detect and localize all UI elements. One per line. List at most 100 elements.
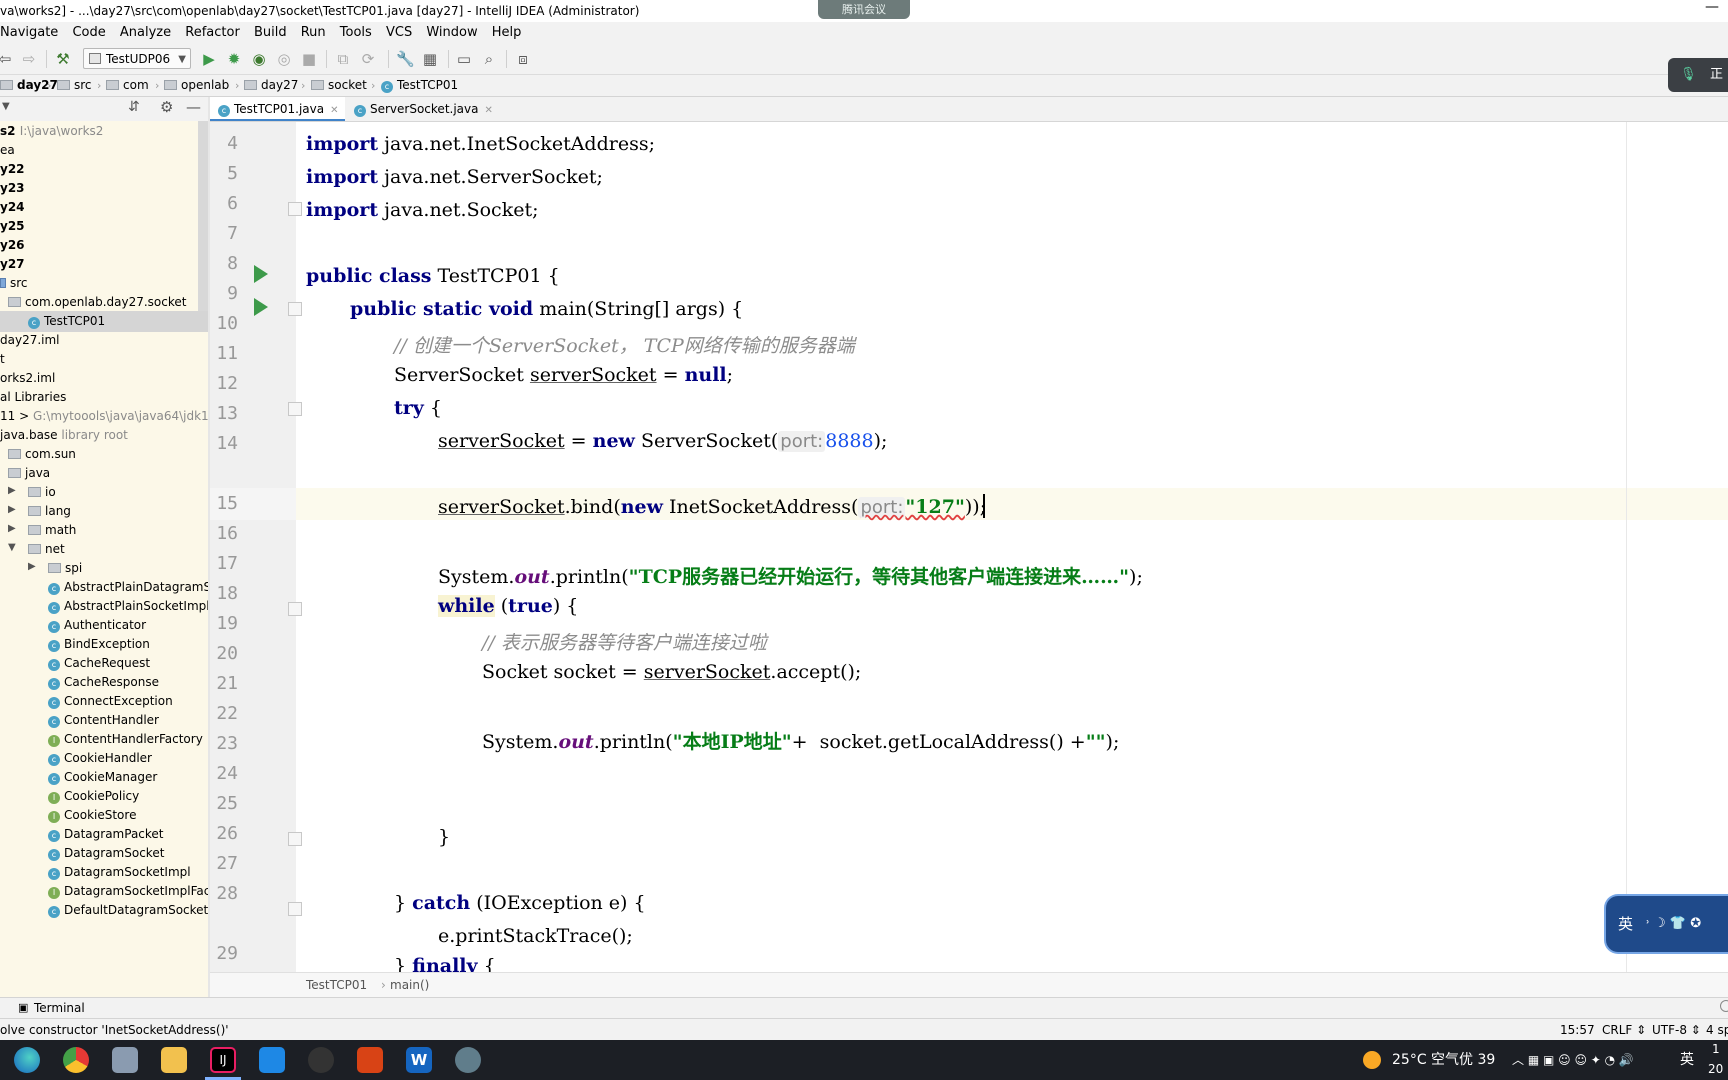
weather-text[interactable]: 25°C 空气优 39 bbox=[1392, 1040, 1495, 1080]
intellij-icon[interactable]: IJ bbox=[210, 1047, 236, 1073]
tree-item[interactable]: c DefaultDatagramSocketI bbox=[48, 900, 208, 921]
line-separator[interactable]: CRLF ⇕ bbox=[1602, 1019, 1646, 1041]
project-tree-scrollbar[interactable] bbox=[198, 121, 208, 311]
hide-panel-icon[interactable]: — bbox=[186, 98, 201, 116]
tree-item-testtcp01[interactable]: c TestTCP01 bbox=[0, 311, 208, 332]
fold-icon[interactable] bbox=[288, 402, 302, 416]
ime-language[interactable]: 英 bbox=[1618, 896, 1633, 952]
tree-item-src[interactable]: src bbox=[0, 273, 28, 294]
minimize-button[interactable]: — bbox=[1702, 0, 1722, 20]
tree-item[interactable]: java bbox=[8, 463, 50, 484]
tree-item[interactable]: y23 bbox=[0, 178, 25, 199]
tree-item[interactable]: y24 bbox=[0, 197, 25, 218]
tree-item[interactable]: io bbox=[28, 482, 56, 503]
chevron-right-icon[interactable]: ▶ bbox=[8, 485, 16, 496]
project-structure-icon[interactable]: ▦ bbox=[421, 50, 439, 68]
tree-item[interactable]: math bbox=[28, 520, 76, 541]
tree-item[interactable]: c DatagramSocketImpl bbox=[48, 862, 191, 883]
run-gutter-icon[interactable] bbox=[254, 298, 268, 316]
layout-icon[interactable]: ▭ bbox=[455, 50, 473, 68]
tree-item[interactable]: c Authenticator bbox=[48, 615, 146, 636]
tree-item[interactable]: lang bbox=[28, 501, 71, 522]
meeting-badge[interactable]: 腾讯会议 bbox=[818, 0, 910, 19]
chevron-right-icon[interactable]: ▶ bbox=[8, 523, 16, 534]
tree-item[interactable]: c CookieHandler bbox=[48, 748, 152, 769]
tree-item[interactable]: I CookiePolicy bbox=[48, 786, 139, 807]
chevron-right-icon[interactable]: ▶ bbox=[8, 504, 16, 515]
tree-item[interactable]: spi bbox=[48, 558, 82, 579]
chevron-right-icon[interactable]: ▶ bbox=[28, 561, 36, 572]
caret-position[interactable]: 15:57 bbox=[1560, 1019, 1595, 1041]
media-app-icon[interactable] bbox=[308, 1047, 334, 1073]
fold-icon[interactable] bbox=[288, 602, 302, 616]
breadcrumb-com[interactable]: com bbox=[106, 75, 149, 96]
gear-icon[interactable]: ⚙ bbox=[160, 98, 173, 116]
tree-item[interactable]: c CacheRequest bbox=[48, 653, 150, 674]
run-config-select[interactable]: TestUDP06 ▼ bbox=[83, 48, 191, 69]
breadcrumb-testtcp01[interactable]: c TestTCP01 bbox=[381, 75, 458, 96]
tray-ime[interactable]: 英 bbox=[1680, 1040, 1694, 1080]
menu-help[interactable]: Help bbox=[487, 22, 527, 44]
tree-item[interactable]: day27.iml bbox=[0, 330, 60, 351]
clock-time[interactable]: 1 bbox=[1712, 1042, 1720, 1056]
close-icon[interactable]: ✕ bbox=[484, 105, 492, 116]
tree-item-package[interactable]: com.openlab.day27.socket bbox=[8, 292, 186, 313]
breadcrumb-class[interactable]: TestTCP01 bbox=[306, 973, 367, 997]
menu-code[interactable]: Code bbox=[67, 22, 110, 44]
app-icon[interactable] bbox=[455, 1047, 481, 1073]
tree-item[interactable]: y25 bbox=[0, 216, 25, 237]
coverage-icon[interactable]: ◉ bbox=[250, 50, 268, 68]
tree-item[interactable]: ea bbox=[0, 140, 15, 161]
tree-item[interactable]: net bbox=[28, 539, 65, 560]
tree-item-jdk[interactable]: 11 > G:\mytoools\java\java64\jdk11 bbox=[0, 406, 208, 427]
tree-item[interactable]: c ConnectException bbox=[48, 691, 173, 712]
menu-window[interactable]: Window bbox=[421, 22, 482, 44]
back-icon[interactable]: ⇦ bbox=[0, 50, 14, 68]
breadcrumb-socket[interactable]: socket bbox=[311, 75, 367, 96]
breadcrumb-openlab[interactable]: openlab bbox=[164, 75, 229, 96]
menu-analyze[interactable]: Analyze bbox=[115, 22, 176, 44]
computer-icon[interactable] bbox=[112, 1047, 138, 1073]
tree-item[interactable]: orks2.iml bbox=[0, 368, 55, 389]
profile-icon[interactable]: ◎ bbox=[275, 50, 293, 68]
file-explorer-icon[interactable] bbox=[161, 1047, 187, 1073]
edge-browser-icon[interactable] bbox=[14, 1047, 40, 1073]
search-icon[interactable]: ⌕ bbox=[480, 50, 498, 68]
meeting-mic-widget[interactable]: 🎙 正在 bbox=[1668, 58, 1728, 116]
tab-testtcp01[interactable]: c TestTCP01.java ✕ bbox=[210, 97, 345, 121]
chevron-down-icon[interactable]: ▼ bbox=[2, 101, 10, 112]
ime-tool-icons[interactable]: ˒ ☽ 👕 ✪ bbox=[1646, 896, 1701, 952]
fold-icon[interactable] bbox=[288, 902, 302, 916]
tree-item[interactable]: c AbstractPlainDatagramSo bbox=[48, 577, 208, 598]
collapse-all-icon[interactable]: ⇵ bbox=[128, 99, 140, 115]
tree-item[interactable]: c CookieManager bbox=[48, 767, 157, 788]
tree-item[interactable]: c CacheResponse bbox=[48, 672, 159, 693]
tree-item[interactable]: c AbstractPlainSocketImpl bbox=[48, 596, 208, 617]
tree-item[interactable]: al Libraries bbox=[0, 387, 66, 408]
breadcrumb-src[interactable]: src bbox=[57, 75, 92, 96]
debug-icon[interactable]: ✹ bbox=[225, 50, 243, 68]
tree-item[interactable]: c DatagramSocket bbox=[48, 843, 164, 864]
fold-icon[interactable] bbox=[288, 832, 302, 846]
forward-icon[interactable]: ⇨ bbox=[20, 50, 38, 68]
stop-icon[interactable]: ■ bbox=[300, 50, 318, 68]
tree-item[interactable]: I DatagramSocketImplFac bbox=[48, 881, 208, 902]
code-editor[interactable] bbox=[296, 122, 1728, 972]
breadcrumb-day27-package[interactable]: day27 bbox=[244, 75, 298, 96]
tree-item[interactable]: y26 bbox=[0, 235, 25, 256]
tree-item[interactable]: c DatagramPacket bbox=[48, 824, 164, 845]
tree-item[interactable]: c ContentHandler bbox=[48, 710, 159, 731]
tree-item[interactable]: t bbox=[0, 349, 5, 370]
tree-item[interactable]: y22 bbox=[0, 159, 25, 180]
tree-item-project-root[interactable]: s2 I:\java\works2 bbox=[0, 121, 208, 142]
menu-run[interactable]: Run bbox=[296, 22, 331, 44]
menu-build[interactable]: Build bbox=[249, 22, 292, 44]
menu-tools[interactable]: Tools bbox=[335, 22, 377, 44]
file-encoding[interactable]: UTF-8 ⇕ bbox=[1652, 1019, 1701, 1041]
menu-navigate[interactable]: Navigate bbox=[0, 22, 63, 44]
menu-refactor[interactable]: Refactor bbox=[180, 22, 245, 44]
tree-item[interactable]: com.sun bbox=[8, 444, 76, 465]
tray-icons[interactable]: ︿ ▦ ▣ ☺ ☺ ✦ ◔ 🔊 bbox=[1512, 1040, 1634, 1080]
tree-item[interactable]: c BindException bbox=[48, 634, 150, 655]
tree-item-java-base[interactable]: java.base library root bbox=[0, 425, 128, 446]
